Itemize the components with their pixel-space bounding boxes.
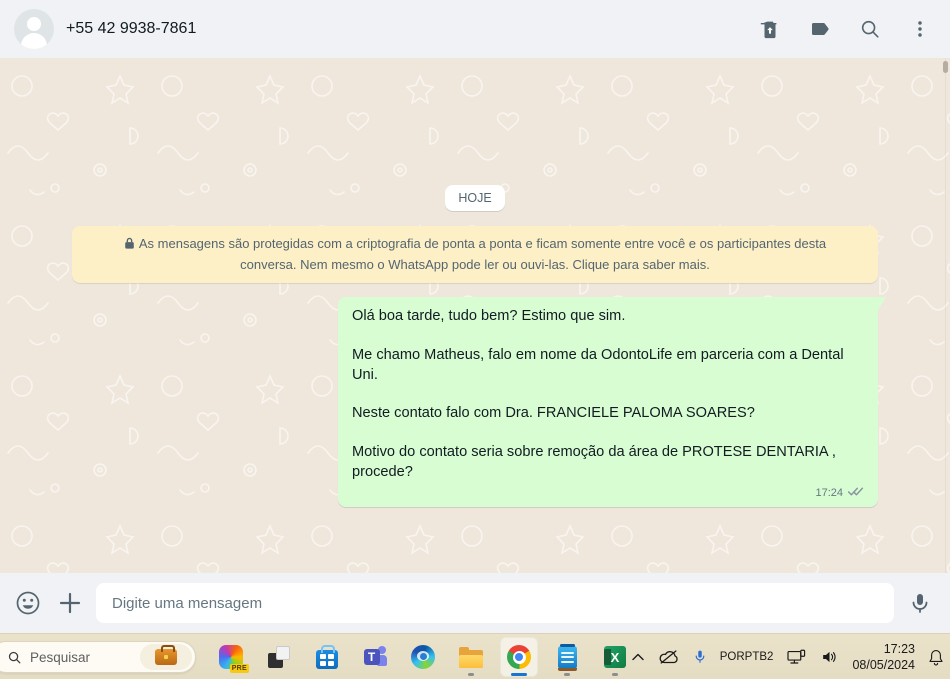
taskbar-teams[interactable]: T <box>356 637 394 677</box>
excel-icon: X <box>604 646 626 668</box>
onedrive-paused-icon[interactable] <box>658 649 680 665</box>
message-meta: 17:24 <box>352 484 864 501</box>
taskbar-microsoft-store[interactable] <box>308 637 346 677</box>
message-paragraph: Me chamo Matheus, falo em nome da Odonto… <box>352 346 844 383</box>
encryption-notice-text: As mensagens são protegidas com a cripto… <box>138 236 827 273</box>
message-row: Olá boa tarde, tudo bem? Estimo que sim.… <box>0 297 950 508</box>
chat-header: +55 42 9938-7861 <box>0 0 950 58</box>
network-icon[interactable] <box>786 649 807 666</box>
avatar-person-icon <box>27 17 41 31</box>
taskbar-excel[interactable]: X <box>596 637 634 677</box>
date-chip: HOJE <box>445 185 505 211</box>
delete-chat-icon[interactable] <box>758 17 782 41</box>
taskbar-notepad[interactable] <box>548 637 586 677</box>
message-composer <box>0 573 950 633</box>
double-check-icon <box>847 484 864 502</box>
running-indicator <box>612 673 618 676</box>
taskbar-app-icons: PRE T X <box>212 634 634 679</box>
clock[interactable]: 17:23 08/05/2024 <box>852 641 915 674</box>
whatsapp-window: +55 42 9938-7861 HOJE As mensagens são p… <box>0 0 950 679</box>
tray-time: 17:23 <box>883 641 915 656</box>
briefcase-icon <box>155 645 177 665</box>
message-paragraph: Olá boa tarde, tudo bem? Estimo que sim. <box>352 308 626 325</box>
edge-icon <box>411 645 435 669</box>
message-paragraph: Neste contato falo com Dra. FRANCIELE PA… <box>352 405 755 422</box>
running-indicator <box>564 673 570 676</box>
tray-microphone-icon[interactable] <box>693 648 707 666</box>
chat-area: HOJE As mensagens são protegidas com a c… <box>0 58 950 573</box>
teams-icon: T <box>363 645 387 669</box>
notepad-icon <box>557 643 577 671</box>
microsoft-store-icon <box>316 644 338 669</box>
taskbar-file-explorer[interactable] <box>452 637 490 677</box>
hidden-icons-chevron-icon[interactable] <box>631 652 645 662</box>
scrollbar-thumb[interactable] <box>943 61 948 73</box>
bubble-tail <box>878 297 886 311</box>
windows-taskbar: PRE T <box>0 633 950 679</box>
task-view-icon <box>268 646 290 668</box>
active-running-indicator <box>511 673 527 676</box>
work-account-pill[interactable] <box>140 644 192 670</box>
encryption-notice[interactable]: As mensagens são protegidas com a cripto… <box>72 226 878 284</box>
label-icon[interactable] <box>808 17 832 41</box>
header-actions <box>758 17 932 41</box>
copilot-pre-badge: PRE <box>229 664 249 673</box>
language-indicator[interactable]: POR PTB2 <box>720 650 774 664</box>
taskbar-task-view[interactable] <box>260 637 298 677</box>
microphone-icon[interactable] <box>904 587 936 619</box>
emoji-icon[interactable] <box>12 587 44 619</box>
message-time: 17:24 <box>815 486 843 499</box>
kebab-menu-icon[interactable] <box>908 17 932 41</box>
taskbar-search-input[interactable] <box>30 649 125 665</box>
notifications-bell-icon[interactable] <box>928 648 944 666</box>
running-indicator <box>468 673 474 676</box>
message-input[interactable] <box>96 583 894 623</box>
lock-icon <box>124 235 135 255</box>
taskbar-search-icon <box>8 651 21 663</box>
avatar-person-icon-body <box>21 33 47 49</box>
taskbar-edge[interactable] <box>404 637 442 677</box>
system-tray: POR PTB2 17:23 08/05/2024 <box>631 634 944 679</box>
chrome-icon <box>507 645 531 669</box>
taskbar-copilot[interactable]: PRE <box>212 637 250 677</box>
tray-date: 08/05/2024 <box>852 658 915 672</box>
attach-plus-icon[interactable] <box>54 587 86 619</box>
chat-scroll-region[interactable]: HOJE As mensagens são protegidas com a c… <box>0 58 950 573</box>
file-explorer-icon <box>459 646 483 668</box>
scrollbar-track <box>945 58 946 573</box>
taskbar-chrome[interactable] <box>500 637 538 677</box>
taskbar-search-box[interactable] <box>0 641 196 673</box>
search-icon[interactable] <box>858 17 882 41</box>
contact-avatar[interactable] <box>14 9 54 49</box>
message-paragraph: Motivo do contato seria sobre remoção da… <box>352 444 836 480</box>
contact-name[interactable]: +55 42 9938-7861 <box>66 20 196 38</box>
volume-icon[interactable] <box>820 649 839 665</box>
outgoing-message-bubble[interactable]: Olá boa tarde, tudo bem? Estimo que sim.… <box>338 297 886 508</box>
